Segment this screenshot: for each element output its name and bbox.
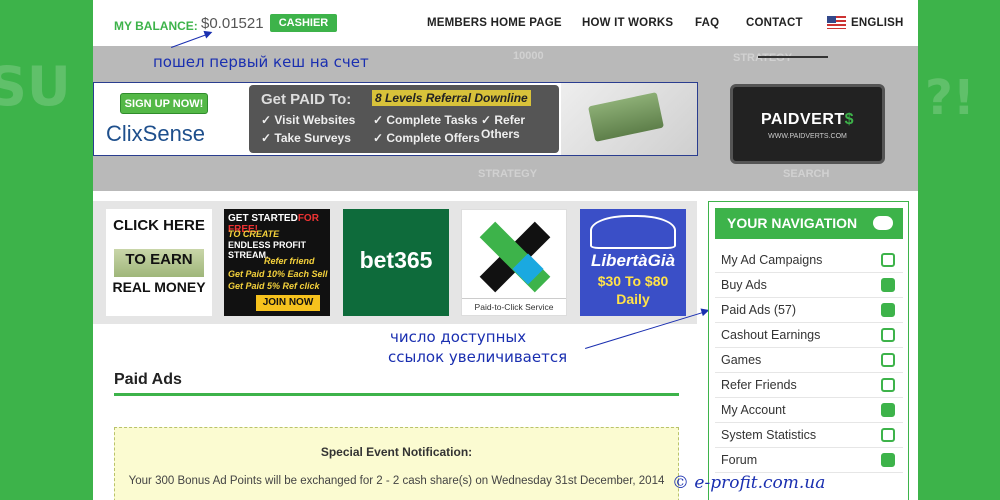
annotation-first-cash: пошел первый кеш на счет: [153, 53, 369, 71]
ad-bet365[interactable]: bet365: [343, 209, 449, 316]
sidebar-item-buy-ads[interactable]: Buy Ads: [715, 273, 903, 298]
ads-strip: CLICK HERE TO EARN REAL MONEY GET STARTE…: [93, 201, 697, 324]
notice-body: Your 300 Bonus Ad Points will be exchang…: [128, 475, 665, 487]
sidebar-item-forum[interactable]: Forum: [715, 448, 903, 473]
sidebar-item-refer-friends[interactable]: Refer Friends: [715, 373, 903, 398]
sidebar-item-cashout-earnings[interactable]: Cashout Earnings: [715, 323, 903, 348]
sidebar-item-label: Refer Friends: [721, 378, 797, 392]
sidebar-item-my-account[interactable]: My Account: [715, 398, 903, 423]
sidebar-item-label: Buy Ads: [721, 278, 767, 292]
ad1-line: REAL MONEY: [112, 279, 206, 295]
ad1-line: TO EARN: [125, 251, 193, 268]
ad2-line: Get Paid 10% Each Sell: [228, 269, 328, 279]
us-flag-icon[interactable]: [827, 16, 846, 29]
libertagia-logo: LibertàGià: [590, 251, 676, 270]
language-selector[interactable]: ENGLISH: [851, 17, 904, 29]
bg-doodle-su: SU: [0, 55, 71, 118]
ad2-head-text: GET STARTED: [228, 213, 298, 224]
clixsense-logo: ClixSense: [106, 121, 206, 146]
sidebar-item-games[interactable]: Games: [715, 348, 903, 373]
notice-title: Special Event Notification:: [320, 445, 473, 459]
paidverts-dollar: $: [844, 111, 855, 128]
banner-doodle: STRATEGY: [478, 168, 538, 180]
ad-paid-to-click[interactable]: Paid-to-Click Service: [461, 209, 567, 316]
chart-icon: [881, 428, 895, 442]
sign-wire: [758, 56, 828, 86]
user-icon: [881, 403, 895, 417]
nav-members-home[interactable]: MEMBERS HOME PAGE: [427, 17, 562, 29]
nav-faq[interactable]: FAQ: [695, 17, 719, 29]
money-bag-icon: [881, 328, 895, 342]
sidebar-item-my-ad-campaigns[interactable]: My Ad Campaigns: [715, 248, 903, 273]
list-icon: [881, 453, 895, 467]
wings-icon: [590, 215, 676, 249]
share-icon: [881, 253, 895, 267]
sidebar-item-label: My Ad Campaigns: [721, 253, 823, 267]
ad-get-started[interactable]: GET STARTEDFOR FREE! TO CREATE ENDLESS P…: [224, 209, 330, 316]
ad-click-here[interactable]: CLICK HERE TO EARN REAL MONEY: [106, 209, 212, 316]
join-now-button[interactable]: JOIN NOW: [256, 295, 320, 311]
page: MY BALANCE: $0.01521 CASHIER MEMBERS HOM…: [93, 0, 918, 500]
cloud-upload-icon: [873, 216, 893, 230]
clixsense-perks: Get PAID To: 8 Levels Referral Downline …: [249, 85, 559, 153]
bg-doodle-question: ?!: [925, 70, 975, 126]
perk-item: ✓ Take Surveys: [261, 131, 351, 145]
ad4-caption: Paid-to-Click Service: [462, 298, 566, 312]
money-icon: [588, 92, 664, 142]
sidebar-item-system-statistics[interactable]: System Statistics: [715, 423, 903, 448]
nav-how-it-works[interactable]: HOW IT WORKS: [582, 17, 673, 29]
sidebar-heading: YOUR NAVIGATION: [715, 208, 903, 239]
title-divider: [114, 393, 679, 396]
page-title: Paid Ads: [114, 371, 182, 388]
clixsense-banner-ad[interactable]: SIGN UP NOW! ClixSense Get PAID To: 8 Le…: [93, 82, 698, 156]
ad-libertagia[interactable]: LibertàGià $30 To $80 Daily: [580, 209, 686, 316]
banner-doodle: 10000: [513, 50, 544, 62]
get-paid-heading: Get PAID To:: [261, 91, 352, 108]
perk-item: ✓ Visit Websites: [261, 113, 356, 127]
bet365-logo: bet365: [359, 247, 433, 273]
paidverts-logo[interactable]: PAIDVERT$ WWW.PAIDVERTS.COM: [730, 84, 885, 164]
sidebar-navigation: YOUR NAVIGATION My Ad Campaigns Buy Ads …: [708, 201, 909, 500]
sidebar-item-paid-ads[interactable]: Paid Ads (57): [715, 298, 903, 323]
sitemap-icon: [881, 378, 895, 392]
ad2-line: Refer friend: [264, 256, 315, 266]
sidebar-item-label: Cashout Earnings: [721, 328, 821, 342]
nav-contact[interactable]: CONTACT: [746, 17, 803, 29]
sidebar-item-label: Paid Ads (57): [721, 303, 797, 317]
folder-share-icon: [881, 303, 895, 317]
paidverts-title: PAIDVERT$: [733, 111, 882, 129]
signup-button[interactable]: SIGN UP NOW!: [120, 93, 208, 114]
annotation-links-line2: ссылок увеличивается: [388, 348, 568, 366]
perk-item: ✓ Complete Offers: [373, 131, 480, 145]
paidverts-url: WWW.PAIDVERTS.COM: [768, 133, 847, 140]
ad2-line: Get Paid 5% Ref click: [228, 281, 320, 291]
sidebar-item-label: System Statistics: [721, 428, 817, 442]
sidebar-item-label: My Account: [721, 403, 786, 417]
money-hand-image: [561, 83, 697, 155]
dice-icon: [881, 353, 895, 367]
clixsense-left: SIGN UP NOW! ClixSense: [94, 83, 242, 155]
perk-item: ✓ Refer Others: [481, 113, 526, 141]
balance-label: MY BALANCE:: [114, 19, 198, 33]
cash-icon: [881, 278, 895, 292]
sidebar-heading-text: YOUR NAVIGATION: [727, 215, 858, 231]
sidebar-item-label: Games: [721, 353, 762, 367]
watermark: © e-profit.com.ua: [672, 473, 826, 493]
levels-badge: 8 Levels Referral Downline: [372, 90, 531, 106]
ad1-line: CLICK HERE: [113, 217, 205, 234]
paidverts-title-text: PAIDVERT: [760, 111, 845, 128]
perk-item: ✓ Complete Tasks: [373, 113, 478, 127]
cashier-button[interactable]: CASHIER: [270, 14, 337, 32]
annotation-links-line1: число доступных: [390, 328, 527, 346]
ad5-line: $30 To $80: [597, 273, 669, 289]
ad2-line: TO CREATE: [228, 229, 280, 239]
banner-doodle: SEARCH: [783, 168, 830, 180]
ad5-line: Daily: [616, 291, 650, 307]
sidebar-item-label: Forum: [721, 453, 758, 467]
special-event-notice: Special Event Notification: Your 300 Bon…: [114, 427, 679, 500]
top-bar: MY BALANCE: $0.01521 CASHIER MEMBERS HOM…: [93, 0, 918, 46]
